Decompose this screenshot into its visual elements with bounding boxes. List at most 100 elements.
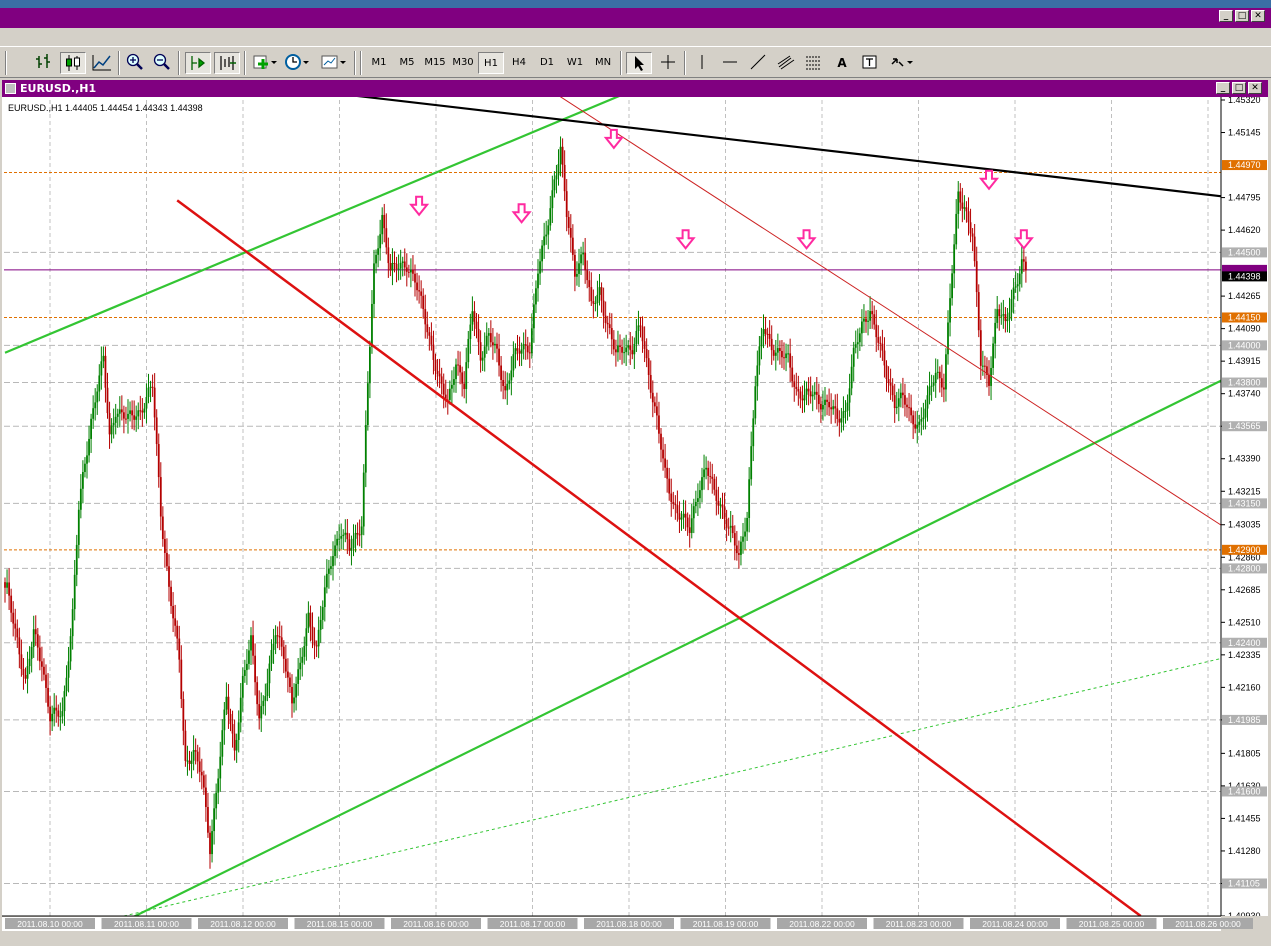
fibonacci-icon[interactable] xyxy=(802,52,826,74)
candle-body xyxy=(311,626,314,641)
candle-body xyxy=(174,618,177,626)
text-tool-button[interactable]: A xyxy=(830,52,854,74)
app-maximize-button[interactable]: □ xyxy=(1235,10,1249,22)
timeframe-button-mn[interactable]: MN xyxy=(590,52,616,74)
crosshair-icon[interactable] xyxy=(656,52,680,74)
candle-body xyxy=(243,670,246,676)
candle-body xyxy=(41,661,43,667)
candle-body xyxy=(709,475,712,477)
candle-body xyxy=(932,382,935,386)
price-tick-label: 1.42685 xyxy=(1228,585,1261,595)
candle-body xyxy=(934,372,937,383)
toolbar-grip xyxy=(360,51,362,75)
timeframe-button-h4[interactable]: H4 xyxy=(506,52,532,74)
candle-body xyxy=(67,661,70,678)
candle-body xyxy=(565,191,568,218)
periods-icon[interactable] xyxy=(282,52,310,74)
candle-body xyxy=(926,395,929,409)
candle-body xyxy=(596,294,599,304)
timeframe-button-d1[interactable]: D1 xyxy=(534,52,560,74)
line-chart-icon[interactable] xyxy=(90,52,114,74)
candle-body xyxy=(330,566,332,569)
gray-level-label: 1.43150 xyxy=(1228,498,1261,508)
zoom-out-icon[interactable] xyxy=(150,52,174,74)
candle-body xyxy=(690,518,693,533)
candle-body xyxy=(1002,314,1005,316)
arrows-icon[interactable] xyxy=(886,52,916,74)
candle-body xyxy=(528,352,531,354)
candle-body xyxy=(371,303,373,347)
candle-body xyxy=(902,392,904,396)
candle-body xyxy=(975,261,978,293)
candle-body xyxy=(254,655,256,683)
candle-body xyxy=(762,329,765,337)
candle-body xyxy=(385,228,388,248)
candle-body xyxy=(317,629,320,647)
autoscroll-icon[interactable] xyxy=(185,52,211,74)
chart-close-button[interactable]: ✕ xyxy=(1248,82,1262,94)
candle-body xyxy=(729,525,732,528)
text-label-icon[interactable] xyxy=(858,52,882,74)
candle-body xyxy=(215,792,218,809)
candle-body xyxy=(471,311,474,325)
bar-chart-icon[interactable] xyxy=(32,52,56,74)
time-tick-label: 2011.08.19 00:00 xyxy=(693,919,759,929)
timeframe-button-m5[interactable]: M5 xyxy=(394,52,420,74)
timeframe-button-m15[interactable]: M15 xyxy=(422,52,448,74)
candle-body xyxy=(401,261,404,263)
mdi-strip xyxy=(0,28,1271,46)
candle-body xyxy=(319,619,322,630)
candle-body xyxy=(168,566,170,587)
candle-body xyxy=(670,493,673,502)
timeframe-button-m30[interactable]: M30 xyxy=(450,52,476,74)
templates-icon[interactable] xyxy=(318,52,348,74)
trendline-icon[interactable] xyxy=(746,52,770,74)
price-tick-label: 1.41280 xyxy=(1228,846,1261,856)
candle-body xyxy=(88,438,90,456)
timeframe-button-m1[interactable]: M1 xyxy=(366,52,392,74)
candle-body xyxy=(844,410,847,412)
app-minimize-button[interactable]: _ xyxy=(1219,10,1233,22)
zoom-in-icon[interactable] xyxy=(123,52,147,74)
indicators-icon[interactable] xyxy=(250,52,278,74)
horizontal-line-icon[interactable] xyxy=(718,52,742,74)
candle-body xyxy=(791,367,794,382)
cursor-icon[interactable] xyxy=(626,52,652,74)
candle-body xyxy=(957,191,960,214)
timeframe-button-h1[interactable]: H1 xyxy=(478,52,504,74)
candle-body xyxy=(746,517,748,532)
price-chart[interactable]: 1.45320 1.45145 1.44795 1.44620 1.44265 1.440… xyxy=(2,97,1268,946)
candle-body xyxy=(440,376,443,384)
candle-body xyxy=(16,628,19,638)
vertical-line-icon[interactable] xyxy=(690,52,714,74)
candle-body xyxy=(557,164,560,176)
candle-body xyxy=(28,658,31,667)
channel-icon[interactable] xyxy=(774,52,798,74)
candle-body xyxy=(63,691,66,712)
candle-body xyxy=(731,525,734,534)
app-close-button[interactable]: ✕ xyxy=(1251,10,1265,22)
time-tick-label: 2011.08.22 00:00 xyxy=(789,919,855,929)
candle-body xyxy=(309,612,312,627)
candle-body xyxy=(822,405,824,410)
chart-shift-icon[interactable] xyxy=(214,52,240,74)
candle-body xyxy=(533,304,535,329)
candle-body xyxy=(147,387,150,398)
candle-body xyxy=(258,704,261,719)
candle-body xyxy=(518,350,521,354)
candle-body xyxy=(453,379,455,385)
chart-maximize-button[interactable]: □ xyxy=(1232,82,1246,94)
chart-minimize-button[interactable]: _ xyxy=(1216,82,1230,94)
candle-body xyxy=(86,455,88,464)
candle-body xyxy=(412,269,414,274)
candlestick-icon[interactable] xyxy=(60,52,86,74)
candle-body xyxy=(282,646,285,659)
candle-body xyxy=(633,343,636,355)
candle-body xyxy=(166,552,168,567)
price-tick-label: 1.45145 xyxy=(1228,128,1261,138)
candle-body xyxy=(73,574,76,610)
timeframe-button-w1[interactable]: W1 xyxy=(562,52,588,74)
candle-body xyxy=(600,287,603,301)
gray-level-label: 1.43800 xyxy=(1228,378,1261,388)
candle-body xyxy=(287,671,289,678)
